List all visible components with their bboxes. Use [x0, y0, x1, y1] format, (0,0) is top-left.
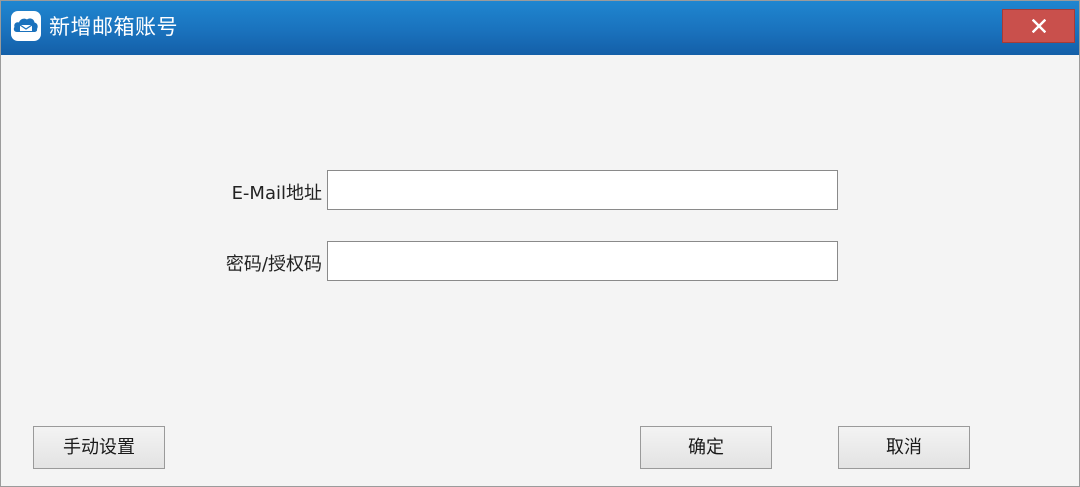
close-button[interactable] — [1002, 9, 1075, 43]
mail-app-icon — [11, 11, 41, 41]
confirm-button[interactable]: 确定 — [640, 426, 772, 469]
cancel-button[interactable]: 取消 — [838, 426, 970, 469]
email-input[interactable] — [327, 170, 838, 210]
close-icon — [1032, 19, 1046, 33]
window-title: 新增邮箱账号 — [49, 15, 178, 39]
title-bar[interactable]: 新增邮箱账号 — [1, 1, 1079, 55]
dialog-window: 新增邮箱账号 E-Mail地址 密码/授权码 手动设置 确定 取消 — [0, 0, 1080, 487]
password-input[interactable] — [327, 241, 838, 281]
manual-settings-button[interactable]: 手动设置 — [33, 426, 165, 469]
password-label: 密码/授权码 — [225, 254, 322, 275]
email-label: E-Mail地址 — [231, 183, 322, 204]
